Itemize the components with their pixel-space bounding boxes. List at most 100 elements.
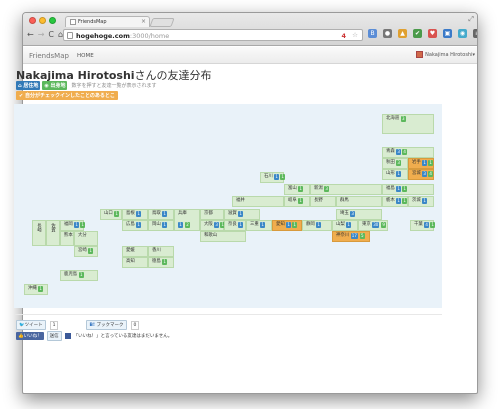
hometown-count-badge[interactable]: 2: [185, 222, 190, 228]
back-icon[interactable]: ←: [27, 30, 34, 39]
browser-tab[interactable]: FriendsMap ×: [65, 16, 150, 27]
extension-icon[interactable]: B: [368, 29, 377, 38]
hometown-count-badge[interactable]: 1: [292, 222, 298, 228]
hometown-count-badge[interactable]: 1: [298, 198, 304, 204]
facebook-bar: 👍いいね！ 送信 「いいね！」と言っている友達はまだいません。: [16, 331, 172, 341]
home-count-badge[interactable]: 1: [260, 222, 266, 228]
prefecture-tile: 熊本: [60, 231, 74, 246]
home-count-badge[interactable]: 1: [286, 222, 292, 228]
prefecture-name: 島根: [126, 211, 135, 216]
address-bar[interactable]: hogehoge.com:3000/home 4 ☆: [63, 29, 363, 41]
home-count-badge[interactable]: 3: [396, 149, 402, 155]
home-count-badge[interactable]: 30: [372, 222, 380, 228]
prefecture-tile: 福井: [232, 196, 284, 207]
url-host: hogehoge.com: [76, 32, 130, 40]
tab-close-icon[interactable]: ×: [141, 18, 146, 25]
prefecture-name: 静岡: [306, 222, 315, 227]
home-count-badge[interactable]: 1: [396, 186, 402, 192]
like-button[interactable]: 👍いいね！: [16, 332, 44, 340]
menu-icon[interactable]: ≡: [473, 29, 477, 38]
prefecture-tile: 香川: [148, 246, 174, 257]
hometown-count-badge[interactable]: 1: [88, 248, 94, 254]
home-count-badge[interactable]: 1: [162, 222, 168, 228]
extension-icon[interactable]: ●: [383, 29, 392, 38]
hometown-count-badge[interactable]: 1: [280, 174, 286, 180]
home-count-badge[interactable]: 1: [238, 211, 244, 217]
send-button[interactable]: 送信: [46, 331, 62, 341]
home-count-badge[interactable]: 1: [396, 198, 402, 204]
tweet-button[interactable]: 🐦ツイート: [16, 320, 46, 330]
home-count-badge[interactable]: 1: [136, 222, 142, 228]
hometown-count-badge[interactable]: 1: [428, 160, 434, 166]
home-count-badge[interactable]: 1: [274, 174, 280, 180]
forward-icon[interactable]: →: [38, 30, 45, 39]
home-count-badge[interactable]: 1: [422, 198, 428, 204]
divider: [14, 314, 442, 315]
browser-chrome: FriendsMap × ⤢ ← → C ⌂ hogehoge.com:3000…: [23, 13, 477, 46]
hometown-count-badge[interactable]: 3: [324, 186, 330, 192]
prefecture-tile: 愛知 1 1: [272, 220, 302, 231]
home-count-badge[interactable]: 1: [178, 222, 183, 228]
user-menu[interactable]: Nakajima Hirotoshi▾: [416, 51, 475, 58]
home-count-badge[interactable]: 4: [424, 222, 430, 228]
home-count-badge[interactable]: 3: [422, 171, 428, 177]
prefecture-name: 北海道: [386, 116, 400, 121]
home-count-badge[interactable]: 1: [346, 222, 352, 228]
hometown-count-badge[interactable]: 1: [114, 211, 120, 217]
new-tab-button[interactable]: [149, 18, 175, 27]
home-count-badge[interactable]: 1: [422, 160, 428, 166]
prefecture-tile: 神奈川 17 5: [332, 231, 370, 242]
hometown-count-badge[interactable]: 4: [402, 149, 408, 155]
hometown-count-badge[interactable]: 1: [38, 286, 44, 292]
home-count-badge[interactable]: 1: [316, 222, 322, 228]
reload-icon[interactable]: C: [48, 30, 54, 39]
fullscreen-icon[interactable]: ⤢: [468, 15, 474, 24]
home-count-badge[interactable]: 1: [396, 171, 402, 177]
extension-badge[interactable]: 4: [341, 32, 346, 40]
hometown-count-badge[interactable]: 5: [359, 233, 365, 239]
prefecture-name: 兵庫: [178, 211, 187, 216]
tweet-count: 1: [49, 320, 59, 330]
brand-link[interactable]: FriendsMap: [29, 52, 69, 60]
hometown-count-badge[interactable]: 1: [80, 222, 86, 228]
hometown-count-badge[interactable]: 9: [381, 222, 387, 228]
prefecture-tile: 鳥取 1: [148, 209, 174, 220]
hometown-count-badge[interactable]: 4: [428, 171, 434, 177]
zoom-window-button[interactable]: [49, 17, 56, 24]
hatena-bookmark-button[interactable]: B! ブックマーク: [86, 320, 127, 330]
close-window-button[interactable]: [29, 17, 36, 24]
home-count-badge[interactable]: 1: [162, 211, 168, 217]
hometown-count-badge[interactable]: 1: [298, 186, 304, 192]
extension-icon[interactable]: ▣: [443, 29, 452, 38]
prefecture-tile: 鹿児島 1: [60, 270, 98, 281]
bookmark-star-icon[interactable]: ☆: [352, 31, 358, 39]
home-count-badge[interactable]: 3: [214, 222, 220, 228]
home-count-badge[interactable]: 3: [350, 211, 356, 217]
home-count-badge[interactable]: 17: [350, 233, 358, 239]
hometown-count-badge[interactable]: 1: [402, 198, 408, 204]
prefecture-name: 長崎: [36, 223, 42, 232]
hometown-count-badge[interactable]: 3: [396, 160, 402, 166]
prefecture-tile: 東京 30 9: [358, 220, 388, 231]
prefecture-name: 徳島: [152, 259, 161, 264]
home-count-badge[interactable]: 1: [238, 222, 244, 228]
extension-icon[interactable]: ◉: [458, 29, 467, 38]
home-count-badge[interactable]: 1: [74, 222, 80, 228]
prefecture-tile: 山梨 1: [332, 220, 358, 231]
hometown-count-badge[interactable]: 1: [162, 259, 168, 265]
prefecture-name: 三重: [250, 222, 259, 227]
prefecture-tile: 徳島 1: [148, 257, 174, 268]
hometown-count-badge[interactable]: 1: [402, 186, 408, 192]
hometown-count-badge[interactable]: 3: [400, 116, 406, 122]
prefecture-name: 鳥取: [152, 211, 161, 216]
extension-icon[interactable]: ✔: [413, 29, 422, 38]
prefecture-name: 石川: [264, 174, 273, 179]
extension-icon[interactable]: ▲: [398, 29, 407, 38]
hometown-count-badge[interactable]: 1: [78, 272, 84, 278]
home-count-badge[interactable]: 1: [136, 211, 142, 217]
prefecture-tile: 福岡 1 1: [60, 220, 86, 231]
minimize-window-button[interactable]: [39, 17, 46, 24]
home-nav-link[interactable]: HOME: [77, 53, 94, 59]
hometown-count-badge[interactable]: 1: [430, 222, 436, 228]
extension-icon[interactable]: ♥: [428, 29, 437, 38]
